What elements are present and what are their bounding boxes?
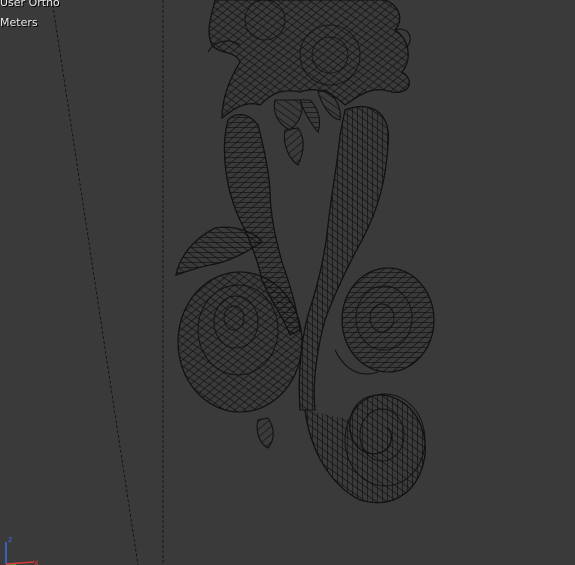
units-label: Meters [0,16,38,29]
camera-frustum-lines [51,0,164,565]
3d-viewport[interactable]: User Ortho Meters z x [0,0,575,565]
viewport-scene [51,0,435,565]
x-axis-line [5,561,35,565]
z-axis-label: z [8,535,12,544]
mesh-bottom-curl [304,393,426,504]
mesh-small-leaf [256,417,274,449]
wireframe-ornament-mesh[interactable] [175,0,435,504]
axis-orientation-gizmo: z x [5,535,39,565]
x-axis-label: x [34,558,39,565]
mesh-right-spiral [334,267,435,375]
mesh-left-leaf [175,226,263,276]
view-mode-label: User Ortho [0,0,60,9]
mesh-leaf-drops [273,89,341,166]
mesh-left-spiral [177,271,303,413]
